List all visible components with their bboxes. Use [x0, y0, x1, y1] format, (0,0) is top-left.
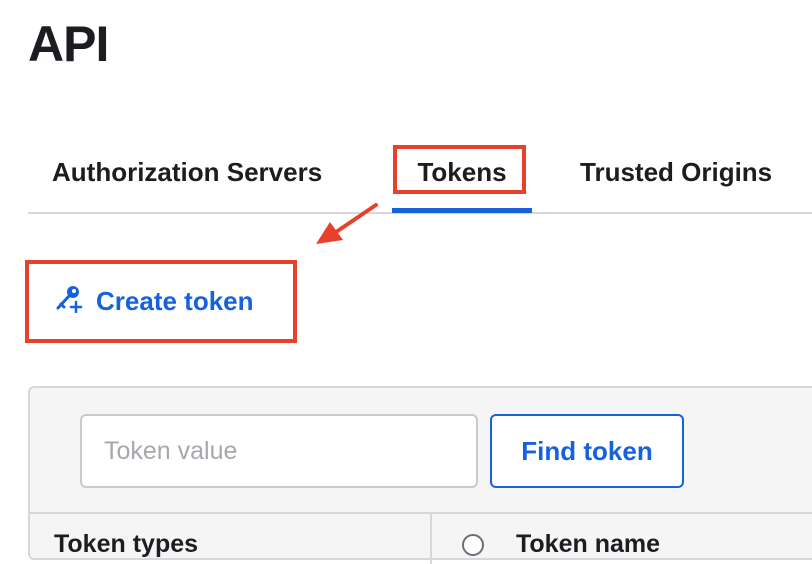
- active-tab-indicator: [392, 208, 532, 213]
- token-types-heading: Token types: [54, 530, 199, 558]
- tokens-panel: Find token Token types Token name: [28, 386, 812, 564]
- token-name-column-header[interactable]: Token name: [516, 530, 660, 559]
- annotation-highlight-tokens-tab: [393, 145, 526, 194]
- find-token-button[interactable]: Find token: [490, 414, 684, 488]
- token-value-input[interactable]: [80, 414, 478, 488]
- panel-divider: [30, 512, 812, 514]
- column-divider: [430, 514, 432, 564]
- tab-trusted-origins[interactable]: Trusted Origins: [580, 152, 772, 192]
- tab-authorization-servers[interactable]: Authorization Servers: [52, 152, 322, 192]
- select-all-radio[interactable]: [462, 534, 484, 556]
- page-title: API: [28, 16, 109, 72]
- annotation-highlight-create-token: [25, 260, 297, 343]
